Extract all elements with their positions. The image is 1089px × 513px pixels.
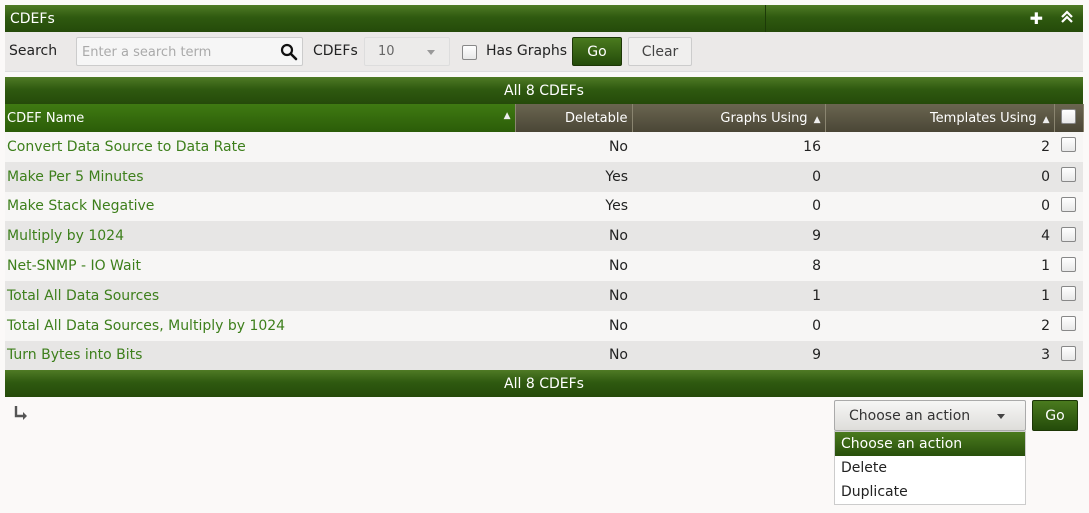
action-select[interactable]: Choose an action bbox=[834, 400, 1026, 431]
graphs-using-cell: 0 bbox=[632, 161, 825, 192]
record-count-top: All 8 CDEFs bbox=[504, 82, 584, 99]
cdef-name-link[interactable]: Multiply by 1024 bbox=[5, 221, 515, 252]
search-label: Search bbox=[9, 43, 58, 59]
rows-select-value: 10 bbox=[378, 44, 395, 59]
clear-button[interactable]: Clear bbox=[628, 37, 692, 66]
row-select-cell bbox=[1054, 221, 1083, 252]
templates-using-cell: 1 bbox=[825, 251, 1054, 281]
sort-asc-icon: ▲ bbox=[503, 111, 511, 121]
graphs-using-cell: 0 bbox=[632, 191, 825, 222]
row-select-cell bbox=[1054, 340, 1083, 371]
action-option-duplicate[interactable]: Duplicate bbox=[835, 480, 1025, 504]
sort-icon: ▲︎ bbox=[813, 114, 821, 125]
cdef-name-link[interactable]: Total All Data Sources bbox=[5, 280, 515, 311]
has-graphs-checkbox[interactable] bbox=[462, 45, 477, 60]
templates-using-cell: 3 bbox=[825, 340, 1054, 371]
row-select-checkbox[interactable] bbox=[1061, 167, 1076, 183]
cdef-name-link[interactable]: Total All Data Sources, Multiply by 1024 bbox=[5, 310, 515, 341]
deletable-cell: No bbox=[515, 280, 632, 311]
cdef-name-link[interactable]: Make Stack Negative bbox=[5, 191, 515, 222]
column-header-graphs-using[interactable]: Graphs Using ▲︎ bbox=[632, 104, 826, 132]
table-header-row: CDEF Name ▲ Deletable Graphs Using ▲︎ Tem… bbox=[5, 104, 1084, 132]
row-select-checkbox[interactable] bbox=[1061, 316, 1076, 332]
search-icon[interactable] bbox=[280, 43, 298, 61]
row-select-cell bbox=[1054, 310, 1083, 341]
graphs-using-cell: 1 bbox=[632, 280, 825, 311]
column-header-cdef-name[interactable]: CDEF Name ▲ bbox=[5, 104, 516, 132]
templates-using-cell: 4 bbox=[825, 221, 1054, 252]
row-select-checkbox[interactable] bbox=[1061, 196, 1076, 212]
chevron-down-icon bbox=[427, 50, 435, 55]
graphs-using-cell: 9 bbox=[632, 221, 825, 252]
table-row[interactable]: Turn Bytes into Bits No 9 3 bbox=[5, 340, 1083, 371]
row-select-checkbox[interactable] bbox=[1061, 286, 1076, 302]
deletable-cell: Yes bbox=[515, 191, 632, 222]
templates-using-cell: 2 bbox=[825, 310, 1054, 341]
table-row[interactable]: Net-SNMP - IO Wait No 8 1 bbox=[5, 251, 1083, 281]
select-all-checkbox[interactable] bbox=[1061, 108, 1076, 124]
column-header-deletable[interactable]: Deletable bbox=[515, 104, 633, 132]
has-graphs-label[interactable]: Has Graphs bbox=[486, 43, 567, 59]
graphs-using-cell: 16 bbox=[632, 132, 825, 162]
rows-per-page-select[interactable]: 10 bbox=[364, 37, 450, 66]
nav-bar-bottom: All 8 CDEFs bbox=[5, 370, 1083, 397]
cdef-name-link[interactable]: Make Per 5 Minutes bbox=[5, 161, 515, 192]
search-field[interactable] bbox=[76, 37, 303, 66]
action-select-value: Choose an action bbox=[849, 408, 971, 424]
table-row[interactable]: Total All Data Sources No 1 1 bbox=[5, 280, 1083, 311]
row-select-cell bbox=[1054, 251, 1083, 281]
double-chevron-up-icon[interactable] bbox=[1061, 10, 1073, 27]
table-row[interactable]: Convert Data Source to Data Rate No 16 2 bbox=[5, 132, 1083, 162]
graphs-using-cell: 8 bbox=[632, 251, 825, 281]
filter-go-button[interactable]: Go bbox=[572, 37, 622, 66]
deletable-cell: No bbox=[515, 251, 632, 281]
templates-using-cell: 0 bbox=[825, 161, 1054, 192]
deletable-cell: No bbox=[515, 221, 632, 252]
cdef-name-link[interactable]: Turn Bytes into Bits bbox=[5, 340, 515, 371]
search-input[interactable] bbox=[82, 43, 272, 61]
deletable-cell: No bbox=[515, 310, 632, 341]
graphs-using-cell: 9 bbox=[632, 340, 825, 371]
panel-header: CDEFs ✚ bbox=[5, 5, 1083, 32]
row-select-checkbox[interactable] bbox=[1061, 256, 1076, 272]
row-select-cell bbox=[1054, 280, 1083, 311]
action-option-choose[interactable]: Choose an action bbox=[835, 432, 1025, 456]
header-divider bbox=[765, 5, 766, 32]
return-arrow-icon bbox=[14, 406, 27, 420]
cdef-name-link[interactable]: Net-SNMP - IO Wait bbox=[5, 251, 515, 281]
action-option-delete[interactable]: Delete bbox=[835, 456, 1025, 480]
sort-icon: ▲︎ bbox=[1042, 114, 1050, 125]
cdef-name-link[interactable]: Convert Data Source to Data Rate bbox=[5, 132, 515, 162]
nav-bar-top: All 8 CDEFs bbox=[5, 77, 1083, 104]
graphs-using-cell: 0 bbox=[632, 310, 825, 341]
table-body: Convert Data Source to Data Rate No 16 2 Mak… bbox=[5, 132, 1083, 371]
deletable-cell: No bbox=[515, 340, 632, 371]
row-select-checkbox[interactable] bbox=[1061, 226, 1076, 242]
plus-icon[interactable]: ✚ bbox=[1030, 10, 1043, 27]
cdef-table: CDEF Name ▲ Deletable Graphs Using ▲︎ Tem… bbox=[5, 104, 1084, 371]
table-row[interactable]: Make Per 5 Minutes Yes 0 0 bbox=[5, 161, 1083, 192]
chevron-down-icon bbox=[997, 414, 1005, 419]
record-count-bottom: All 8 CDEFs bbox=[504, 375, 584, 392]
table-row[interactable]: Total All Data Sources, Multiply by 1024… bbox=[5, 310, 1083, 341]
rows-label: CDEFs bbox=[313, 43, 358, 59]
deletable-cell: No bbox=[515, 132, 632, 162]
select-all-header bbox=[1054, 104, 1084, 132]
row-select-cell bbox=[1054, 161, 1083, 192]
filter-bar: Search CDEFs 10 Has Graphs Go Clear bbox=[5, 32, 1083, 72]
templates-using-cell: 1 bbox=[825, 280, 1054, 311]
column-header-templates-using[interactable]: Templates Using ▲︎ bbox=[825, 104, 1055, 132]
templates-using-cell: 2 bbox=[825, 132, 1054, 162]
templates-using-cell: 0 bbox=[825, 191, 1054, 222]
action-dropdown-menu: Choose an action Delete Duplicate bbox=[834, 431, 1026, 505]
action-go-button[interactable]: Go bbox=[1032, 400, 1078, 431]
table-row[interactable]: Make Stack Negative Yes 0 0 bbox=[5, 191, 1083, 222]
table-row[interactable]: Multiply by 1024 No 9 4 bbox=[5, 221, 1083, 252]
deletable-cell: Yes bbox=[515, 161, 632, 192]
row-select-checkbox[interactable] bbox=[1061, 137, 1076, 153]
row-select-cell bbox=[1054, 191, 1083, 222]
row-select-checkbox[interactable] bbox=[1061, 345, 1076, 361]
row-select-cell bbox=[1054, 132, 1083, 162]
panel-title: CDEFs bbox=[10, 10, 55, 27]
